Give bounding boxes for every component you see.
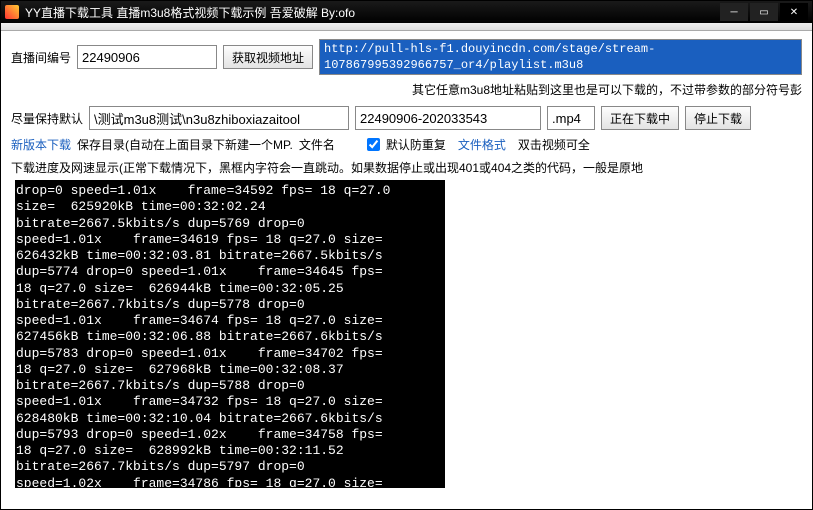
keep-default-label: 尽量保持默认	[11, 110, 83, 127]
app-icon	[5, 5, 19, 19]
filename-input[interactable]	[355, 106, 541, 130]
room-label: 直播间编号	[11, 49, 71, 66]
room-row: 直播间编号 获取视频地址 http://pull-hls-f1.douyincd…	[11, 39, 802, 75]
file-format-link[interactable]: 文件格式	[458, 136, 506, 153]
progress-row: 下载进度及网速显示(正常下载情况下，黑框内字符会一直跳动。如果数据停止或出现40…	[11, 159, 802, 176]
stream-url-box[interactable]: http://pull-hls-f1.douyincdn.com/stage/s…	[319, 39, 802, 75]
options-row: 新版本下载 保存目录(自动在上面目录下新建一个MP. 文件名 默认防重复 文件格…	[11, 136, 802, 153]
url-hint-text: 其它任意m3u8地址粘贴到这里也是可以下载的，不过带参数的部分符号彭	[11, 81, 802, 98]
downloading-button[interactable]: 正在下载中	[601, 106, 679, 130]
no-repeat-label: 默认防重复	[386, 136, 446, 153]
maximize-button[interactable]: ▭	[750, 3, 778, 21]
extension-input[interactable]	[547, 106, 595, 130]
filename-label: 文件名	[299, 136, 335, 153]
no-repeat-checkbox[interactable]	[367, 138, 380, 151]
window-title: YY直播下载工具 直播m3u8格式视频下载示例 吾爱破解 By:ofo	[25, 4, 355, 21]
save-path-input[interactable]	[89, 106, 349, 130]
stop-download-button[interactable]: 停止下载	[685, 106, 751, 130]
minimize-button[interactable]: ─	[720, 3, 748, 21]
room-id-input[interactable]	[77, 45, 217, 69]
titlebar: YY直播下载工具 直播m3u8格式视频下载示例 吾爱破解 By:ofo ─ ▭ …	[1, 1, 812, 23]
save-row: 尽量保持默认 正在下载中 停止下载	[11, 106, 802, 130]
dblclick-hint: 双击视频可全	[518, 136, 590, 153]
console-output: drop=0 speed=1.01x frame=34592 fps= 18 q…	[15, 180, 445, 488]
progress-text: 下载进度及网速显示(正常下载情况下，黑框内字符会一直跳动。如果数据停止或出现40…	[11, 159, 643, 176]
url-hint-row: 其它任意m3u8地址粘贴到这里也是可以下载的，不过带参数的部分符号彭	[11, 81, 802, 98]
new-version-link[interactable]: 新版本下载	[11, 136, 71, 153]
close-button[interactable]: ✕	[780, 3, 808, 21]
save-dir-label: 保存目录(自动在上面目录下新建一个MP.	[77, 136, 293, 153]
fetch-url-button[interactable]: 获取视频地址	[223, 45, 313, 69]
menu-bar	[1, 23, 812, 31]
